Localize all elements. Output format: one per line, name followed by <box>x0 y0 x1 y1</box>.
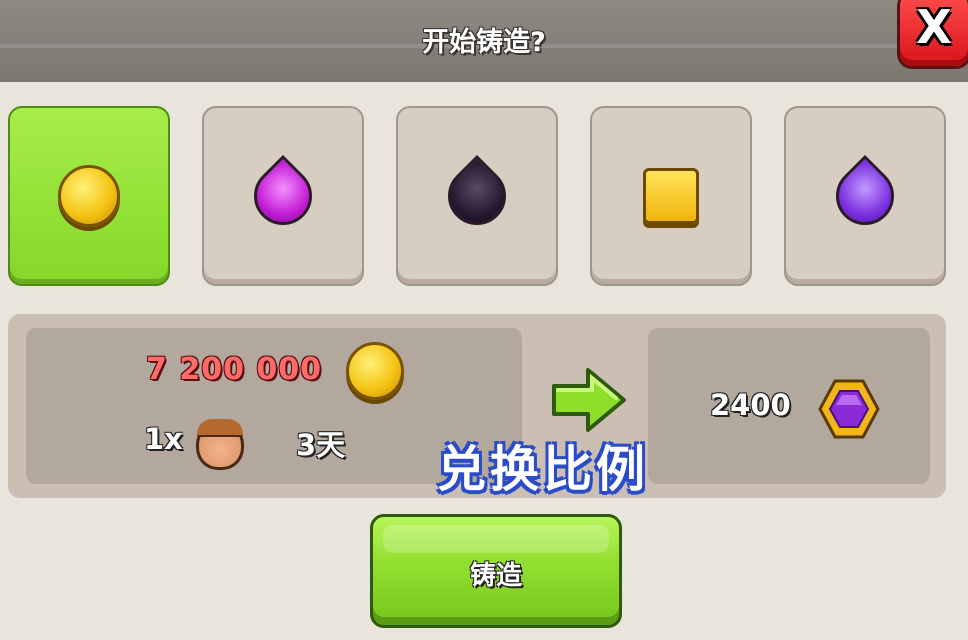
resource-tile-elixir[interactable] <box>202 106 364 286</box>
builder-icon <box>196 419 244 470</box>
resource-tile-gold-ore[interactable] <box>590 106 752 286</box>
gem-hexagon-icon <box>818 379 880 439</box>
resource-tile-gold[interactable] <box>8 106 170 286</box>
elixir-drop-icon <box>241 154 325 238</box>
resource-tile-dark-elixir[interactable] <box>396 106 558 286</box>
forge-button-label: 铸造 <box>469 561 522 591</box>
close-icon: X <box>916 0 952 54</box>
close-button[interactable]: X <box>900 0 968 66</box>
gold-coin-icon <box>346 342 404 400</box>
result-amount: 2400 <box>710 388 791 422</box>
arrow-right-icon <box>552 368 626 432</box>
purple-elixir-drop-icon <box>823 154 907 238</box>
resource-tile-purple-elixir[interactable] <box>784 106 946 286</box>
overlay-caption: 兑换比例 <box>437 441 650 498</box>
gold-ore-icon <box>643 168 699 224</box>
dark-elixir-drop-icon <box>435 154 519 238</box>
dialog-title: 开始铸造? <box>422 27 546 58</box>
gold-coin-icon <box>58 165 120 227</box>
duration: 3天 <box>296 428 346 462</box>
cost-amount: 7 200 000 <box>146 352 323 387</box>
builder-count: 1x <box>144 422 183 456</box>
forge-button[interactable]: 铸造 <box>370 514 622 628</box>
